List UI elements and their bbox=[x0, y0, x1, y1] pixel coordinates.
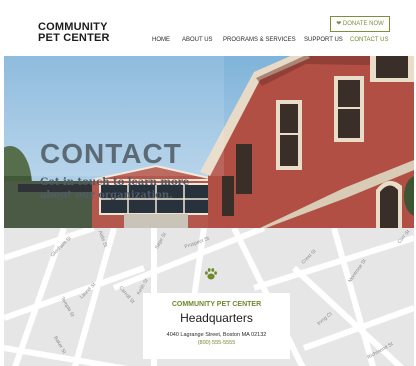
donate-button[interactable]: ❤ DONATE NOW bbox=[330, 16, 390, 32]
paw-icon[interactable] bbox=[204, 267, 218, 281]
nav-about-us[interactable]: ABOUT US bbox=[182, 37, 213, 43]
nav-home[interactable]: HOME bbox=[152, 37, 170, 43]
site-header: COMMUNITY PET CENTER ❤ DONATE NOW HOME A… bbox=[4, 4, 414, 56]
location-card: COMMUNITY PET CENTER Headquarters 4040 L… bbox=[143, 293, 290, 359]
page-title: CONTACT bbox=[40, 138, 182, 169]
card-phone-link[interactable]: (800) 555-5555 bbox=[143, 340, 290, 346]
page-subtitle: Get in touch to learn more about our org… bbox=[40, 177, 190, 201]
hero-banner: CONTACT Get in touch to learn more about… bbox=[4, 56, 414, 228]
card-title: Headquarters bbox=[180, 311, 253, 325]
main-nav: HOME ABOUT US PROGRAMS & SERVICES SUPPOR… bbox=[4, 37, 414, 47]
nav-support-us[interactable]: SUPPORT US bbox=[304, 37, 343, 43]
page: COMMUNITY PET CENTER ❤ DONATE NOW HOME A… bbox=[4, 4, 414, 366]
card-address: 4040 Lagrange Street, Boston MA 02132 bbox=[166, 332, 267, 338]
nav-programs-services[interactable]: PROGRAMS & SERVICES bbox=[223, 37, 296, 43]
card-org-name: COMMUNITY PET CENTER bbox=[171, 301, 262, 308]
nav-contact-us[interactable]: CONTACT US bbox=[350, 37, 388, 43]
